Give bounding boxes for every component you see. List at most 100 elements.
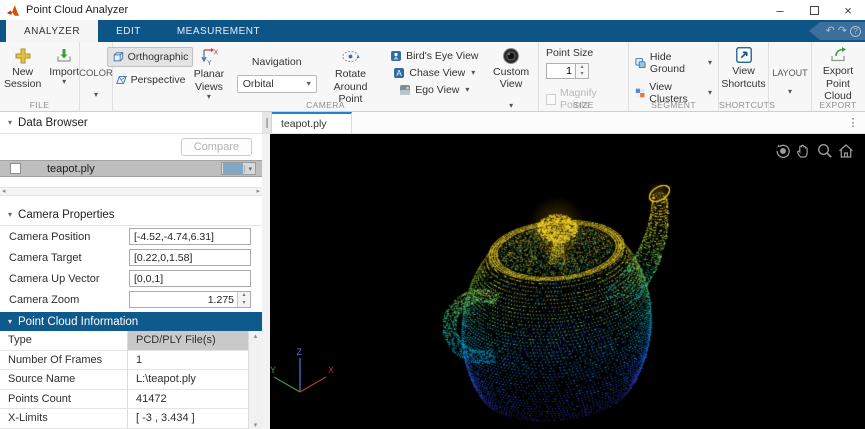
pan-hand-tool-icon[interactable] — [795, 142, 813, 160]
view-shortcuts-button[interactable]: View Shortcuts SHORTCUTS — [719, 42, 776, 111]
layout-dropdown-icon: ▾ — [787, 87, 792, 96]
planar-views-axes-icon: Y X — [201, 48, 219, 67]
navigation-select[interactable]: Orbital ▾ — [236, 75, 317, 93]
panel-splitter-grip[interactable] — [262, 112, 272, 133]
point-cloud-information-header[interactable]: ▾ Point Cloud Information — [0, 312, 262, 331]
color-swatch — [223, 163, 244, 174]
tab-edit[interactable]: EDIT — [98, 20, 159, 42]
chase-view-button[interactable]: A Chase View ▾ — [393, 65, 475, 80]
camera-zoom-stepper[interactable]: ▴ ▾ — [237, 292, 250, 307]
axis-z-label: Z — [297, 347, 303, 357]
scroll-right-icon[interactable]: ▸ — [256, 188, 260, 195]
chase-view-icon: A — [394, 67, 405, 78]
undo-icon[interactable]: ↶ — [826, 25, 835, 37]
scroll-left-icon[interactable]: ◂ — [2, 188, 6, 195]
camera-position-row: Camera Position — [0, 226, 262, 247]
svg-text:X: X — [214, 50, 219, 57]
close-button[interactable]: × — [831, 0, 865, 20]
vertical-scrollbar[interactable]: ▴ ▾ — [248, 331, 262, 429]
point-cloud-canvas[interactable] — [270, 134, 865, 429]
maximize-button[interactable] — [797, 0, 831, 20]
camera-up-vector-row: Camera Up Vector — [0, 268, 262, 289]
swatch-dropdown-icon: ▾ — [244, 164, 255, 173]
scroll-down-icon[interactable]: ▾ — [254, 422, 258, 429]
stepper-down-icon: ▾ — [580, 71, 584, 77]
camera-properties-title: Camera Properties — [18, 208, 115, 221]
collapse-icon: ▾ — [8, 317, 13, 326]
home-tool-icon[interactable] — [837, 142, 855, 160]
stepper-up-icon: ▴ — [580, 64, 584, 71]
horizontal-scrollbar[interactable]: ◂ ▸ — [0, 187, 262, 196]
panel-splitter[interactable] — [262, 134, 270, 429]
tab-options-kebab-icon[interactable]: ⋮ — [841, 112, 865, 133]
import-dropdown-icon: ▾ — [62, 77, 67, 87]
export-point-cloud-button[interactable]: Export Point Cloud EXPORT — [812, 42, 864, 111]
camera-section-label: CAMERA — [306, 100, 345, 110]
section-camera: Orthographic Perspective Y X Planar View… — [106, 42, 539, 111]
section-segment: Hide Ground ▾ View Clusters ▾ SEGMENT — [629, 42, 719, 111]
stepper-down-icon: ▾ — [242, 299, 246, 306]
color-dropdown-icon: ▾ — [93, 90, 98, 99]
custom-view-lens-icon — [503, 48, 520, 64]
hide-ground-button[interactable]: Hide Ground ▾ — [635, 51, 714, 75]
camera-properties-header[interactable]: ▾ Camera Properties — [0, 204, 262, 226]
point-cloud-list-item[interactable]: teapot.ply ▾ — [0, 160, 262, 177]
zoom-tool-icon[interactable] — [816, 142, 834, 160]
axis-x-label: X — [328, 365, 334, 375]
table-row: Points Count 41472 — [0, 389, 262, 409]
size-section-label: SIZE — [573, 100, 594, 110]
point-cloud-information-title: Point Cloud Information — [18, 315, 139, 328]
redo-icon[interactable]: ↷ — [838, 25, 847, 37]
stepper-up-icon: ▴ — [242, 292, 246, 299]
point-size-label: Point Size — [546, 47, 594, 59]
camera-zoom-input[interactable] — [129, 291, 251, 308]
section-file: New Session Import ▾ FILE — [0, 42, 80, 111]
compare-button[interactable]: Compare — [180, 138, 252, 156]
camera-up-vector-input[interactable] — [129, 270, 251, 287]
svg-text:A: A — [397, 69, 403, 78]
rotate-around-point-icon — [342, 51, 360, 62]
maximize-icon — [809, 5, 819, 15]
help-icon[interactable]: ? — [850, 25, 861, 37]
point-size-stepper[interactable]: ▴ ▾ — [576, 63, 589, 79]
orthographic-toggle[interactable]: Orthographic — [106, 47, 194, 67]
table-row: Type PCD/PLY File(s) — [0, 331, 262, 351]
minimize-button[interactable]: – — [763, 0, 797, 20]
export-section-label: EXPORT — [819, 99, 857, 110]
axis-triad: Z Y X — [270, 347, 334, 393]
point-size-input[interactable] — [546, 63, 576, 79]
birds-eye-view-button[interactable]: Bird's Eye View — [390, 48, 479, 63]
hide-ground-dropdown-icon: ▾ — [707, 58, 712, 67]
hide-ground-icon — [635, 57, 646, 69]
camera-zoom-row: Camera Zoom ▴ ▾ — [0, 289, 262, 310]
point-cloud-information-table: Type PCD/PLY File(s) Number Of Frames 1 … — [0, 331, 262, 429]
data-browser-header[interactable]: ▾ Data Browser — [0, 112, 262, 134]
import-icon — [57, 49, 71, 62]
export-icon — [831, 47, 846, 62]
window-title: Point Cloud Analyzer — [26, 4, 129, 16]
perspective-toggle[interactable]: Perspective — [110, 70, 191, 90]
ego-view-button[interactable]: Ego View ▾ — [399, 82, 469, 97]
scroll-up-icon[interactable]: ▴ — [254, 333, 258, 340]
segment-section-label: SEGMENT — [651, 100, 696, 110]
orthographic-cube-icon — [113, 52, 123, 62]
rotate-tool-icon[interactable] — [774, 142, 792, 160]
point-cloud-analyzer-window: Point Cloud Analyzer – × ANALYZER EDIT M… — [0, 0, 865, 429]
birds-eye-view-icon — [391, 50, 402, 61]
table-row: X-Limits [ -3 , 3.434 ] — [0, 409, 262, 429]
left-panel: ▾ Data Browser Compare teapot.ply ▾ ◂ ▸ — [0, 112, 262, 429]
item-color-picker[interactable]: ▾ — [221, 162, 256, 175]
tab-analyzer[interactable]: ANALYZER — [6, 20, 99, 42]
camera-position-input[interactable] — [129, 228, 251, 245]
chase-view-dropdown-icon: ▾ — [471, 67, 476, 77]
shortcuts-section-label: SHORTCUTS — [719, 99, 776, 110]
table-row: Source Name L:\teapot.ply — [0, 370, 262, 390]
layout-button[interactable]: LAYOUT ▾ — [769, 42, 812, 111]
viewport-tabstrip: teapot.ply ⋮ — [262, 112, 865, 134]
ego-view-dropdown-icon: ▾ — [465, 84, 470, 94]
viewport-tab-teapot[interactable]: teapot.ply — [272, 112, 352, 133]
item-checkbox[interactable] — [10, 163, 21, 174]
ribbon-toolbar: New Session Import ▾ FILE COLOR ▾ Orthog… — [0, 42, 865, 112]
camera-target-input[interactable] — [129, 249, 251, 266]
tab-measurement[interactable]: MEASUREMENT — [159, 20, 278, 42]
